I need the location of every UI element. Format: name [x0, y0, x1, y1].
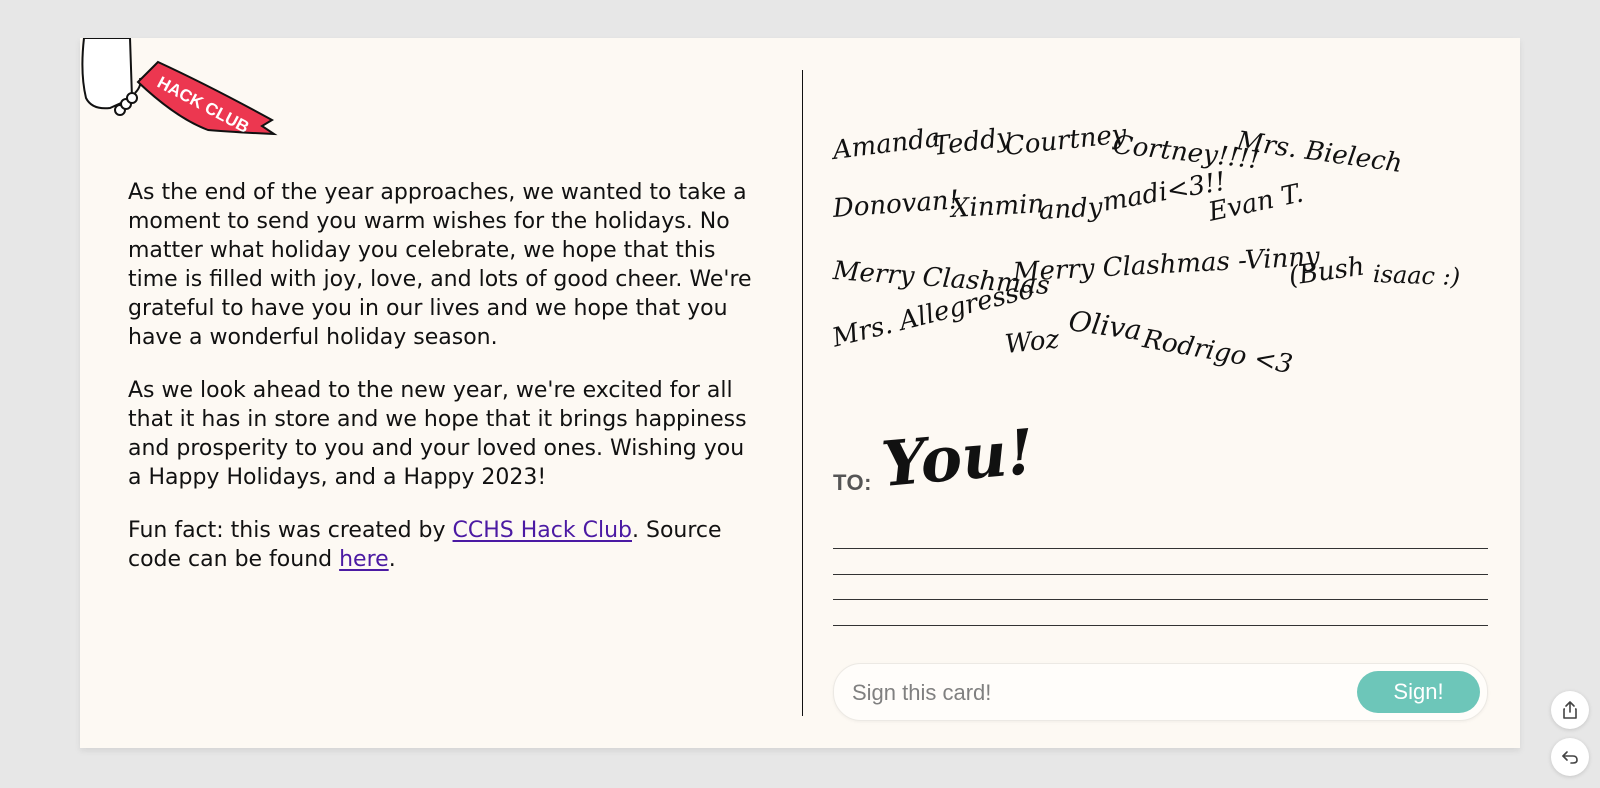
address-line: [833, 574, 1488, 575]
message-body: As the end of the year approaches, we wa…: [128, 178, 763, 598]
signature-area: Amanda Teddy Courtney Cortney!!!! Mrs. B…: [829, 108, 1491, 728]
signature: Courtney: [1003, 119, 1128, 162]
sign-button[interactable]: Sign!: [1357, 671, 1480, 713]
sign-form: Sign!: [833, 663, 1488, 721]
signature-input[interactable]: [850, 672, 1334, 714]
message-paragraph-1: As the end of the year approaches, we wa…: [128, 180, 752, 350]
page: HACK CLUB As the end of the year approac…: [0, 0, 1600, 788]
signature: Teddy: [931, 122, 1013, 162]
fun-fact-suffix: .: [388, 547, 396, 572]
signature: Rodrigo <3: [1140, 324, 1295, 381]
address-line: [833, 548, 1488, 549]
hack-club-flag-logo: HACK CLUB: [81, 38, 278, 137]
signature: Mrs. Bielech: [1234, 126, 1405, 180]
signature: andy: [1038, 192, 1104, 226]
signature: Oliva: [1066, 304, 1144, 348]
signature: Xinmin: [950, 189, 1045, 224]
share-button[interactable]: [1551, 691, 1589, 729]
source-code-link[interactable]: here: [339, 547, 389, 572]
signature: Merry Clashmas -Vinny: [1012, 241, 1321, 288]
cchs-hack-club-link[interactable]: CCHS Hack Club: [453, 518, 632, 543]
share-icon: [1563, 701, 1577, 719]
fun-fact-prefix: Fun fact: this was created by: [128, 518, 453, 543]
fun-fact: Fun fact: this was created by CCHS Hack …: [128, 516, 763, 574]
address-line: [833, 599, 1488, 600]
address-line: [833, 625, 1488, 626]
return-icon: [1562, 751, 1578, 764]
message-paragraph-2: As we look ahead to the new year, we're …: [128, 378, 747, 490]
back-button[interactable]: [1551, 738, 1589, 776]
card-divider: [802, 70, 803, 716]
signature: Woz: [1003, 324, 1061, 360]
recipient-name: You!: [878, 414, 1037, 501]
signature: Amanda: [831, 122, 942, 166]
to-label: TO:: [833, 470, 872, 495]
postcard: HACK CLUB As the end of the year approac…: [80, 38, 1520, 748]
signature: Donovan!: [831, 185, 961, 224]
signature: isaac :): [1372, 260, 1461, 292]
